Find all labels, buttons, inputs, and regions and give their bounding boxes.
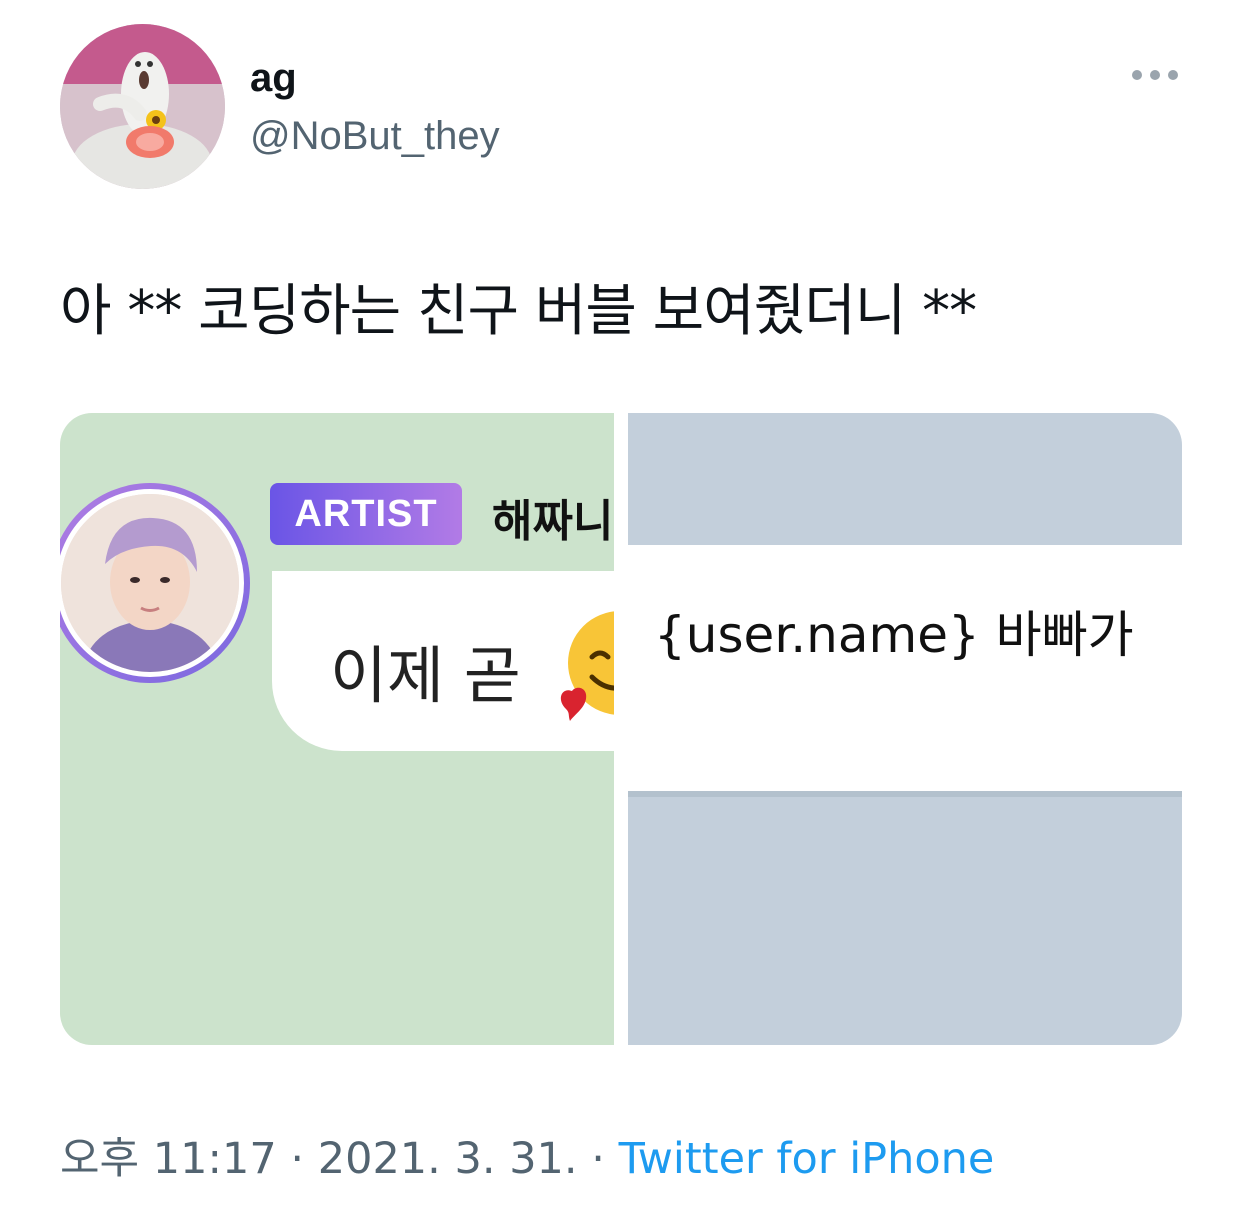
tweet-text: 아 ** 코딩하는 친구 버블 보여줬더니 **: [60, 279, 977, 344]
more-dots-icon[interactable]: [1132, 62, 1178, 88]
tweet-media[interactable]: ARTIST 해짜니 이제 곧 {user.name} 바빠가: [60, 413, 1182, 1045]
tweet-source-link[interactable]: Twitter for iPhone: [619, 1134, 995, 1184]
author-avatar[interactable]: [60, 24, 225, 189]
separator: ·: [577, 1134, 619, 1184]
artist-portrait-icon: [61, 494, 239, 672]
author-handle[interactable]: @NoBut_they: [250, 114, 500, 159]
media-image-right[interactable]: {user.name} 바빠가: [628, 413, 1182, 1045]
tweet-date[interactable]: 2021. 3. 31.: [318, 1134, 578, 1184]
media-image-left[interactable]: ARTIST 해짜니 이제 곧: [60, 413, 614, 1045]
artist-badge: ARTIST: [270, 483, 462, 545]
dot: [1150, 70, 1160, 80]
smiling-face-with-hearts-icon: [560, 611, 614, 721]
message-bar: [628, 545, 1182, 791]
dot: [1132, 70, 1142, 80]
dot: [1168, 70, 1178, 80]
separator: ·: [276, 1134, 318, 1184]
tweet-time[interactable]: 오후 11:17: [60, 1134, 277, 1184]
author-display-name[interactable]: ag: [250, 56, 297, 101]
chat-bubble: 이제 곧: [272, 571, 614, 751]
chat-message: 이제 곧: [330, 639, 521, 712]
divider: [628, 791, 1182, 797]
avatar-figure-icon: [60, 24, 225, 189]
tweet-meta: 오후 11:17 · 2021. 3. 31. · Twitter for iP…: [60, 1124, 994, 1186]
artist-avatar-ring: [60, 483, 250, 683]
artist-name: 해짜니: [492, 496, 614, 547]
artist-avatar: [60, 489, 244, 677]
code-message: {user.name} 바빠가: [654, 606, 1134, 664]
